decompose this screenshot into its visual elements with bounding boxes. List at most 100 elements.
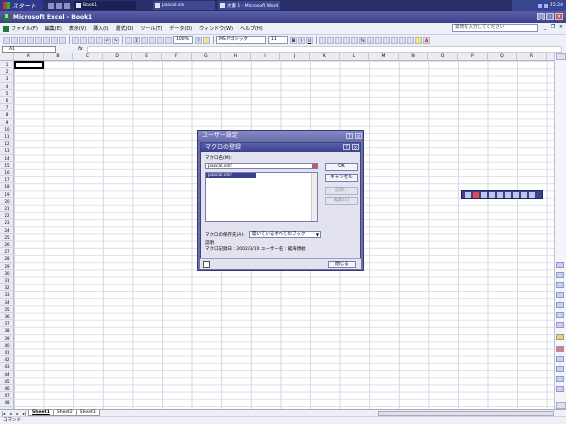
doc-restore-button[interactable]: ❐ (550, 25, 556, 31)
menu-tools[interactable]: ツール(T) (140, 25, 162, 32)
italic-button[interactable]: I (298, 36, 305, 44)
hyperlink-icon[interactable] (125, 36, 132, 44)
line-color-tool-icon[interactable] (556, 356, 564, 362)
menu-data[interactable]: データ(D) (169, 25, 192, 32)
row-header[interactable]: 43 (0, 363, 14, 371)
borders-icon[interactable] (407, 36, 414, 44)
keyboard-icon[interactable] (203, 261, 210, 268)
copy-icon[interactable] (80, 36, 87, 44)
column-header[interactable]: C (73, 53, 103, 61)
underline-button[interactable]: U (306, 36, 313, 44)
font-size-select[interactable]: 11 (268, 36, 288, 44)
oval-tool-icon[interactable] (556, 302, 564, 308)
row-header[interactable]: 48 (0, 399, 14, 407)
drawing-icon[interactable] (165, 36, 172, 44)
store-location-select[interactable]: 開いているすべてのブック ▼ (249, 231, 321, 238)
toolbar-tool-icon[interactable] (513, 191, 519, 198)
row-header[interactable]: 20 (0, 198, 14, 205)
comma-icon[interactable]: , (367, 36, 374, 44)
column-header[interactable]: P (458, 53, 488, 61)
align-center-icon[interactable] (327, 36, 334, 44)
save-icon[interactable] (19, 36, 26, 44)
first-sheet-button[interactable]: |◂ (1, 411, 6, 416)
tray-icon[interactable] (544, 3, 549, 8)
help-icon[interactable]: ? (195, 36, 202, 44)
row-header[interactable]: 7 (0, 104, 14, 112)
help-search-input[interactable]: 質問を入力してください (452, 24, 538, 32)
chart-wizard-icon[interactable] (157, 36, 164, 44)
cut-icon[interactable] (72, 36, 79, 44)
fill-color-icon[interactable] (415, 36, 422, 44)
excel-app-icon[interactable]: X (3, 13, 10, 21)
row-header[interactable]: 15 (0, 162, 14, 169)
close-icon[interactable]: × (355, 133, 362, 140)
autosum-icon[interactable]: Σ (133, 36, 140, 44)
toolbar-tool-icon[interactable] (481, 191, 487, 198)
row-header[interactable]: 35 (0, 306, 14, 313)
column-header[interactable]: M (369, 53, 399, 61)
toolbar-tool-icon[interactable] (473, 191, 479, 198)
name-box[interactable]: A1 (2, 45, 56, 53)
column-header[interactable]: R (517, 53, 547, 61)
row-header[interactable]: 31 (0, 277, 14, 285)
cancel-button[interactable]: キャンセル (325, 174, 358, 182)
row-header[interactable]: 4 (0, 83, 14, 90)
row-header[interactable]: 10 (0, 126, 14, 133)
macro-name-field[interactable]: pascal.xls! (205, 163, 318, 169)
toolbar-tool-icon[interactable] (529, 191, 535, 198)
row-header[interactable]: 33 (0, 291, 14, 299)
column-header[interactable]: H (221, 53, 251, 61)
decrease-decimal-icon[interactable] (383, 36, 390, 44)
row-header[interactable]: 47 (0, 392, 14, 400)
shadow-tool-icon[interactable] (556, 376, 564, 382)
row-header[interactable]: 25 (0, 234, 14, 241)
drawing-tool-icon[interactable] (556, 262, 564, 268)
row-header[interactable]: 5 (0, 90, 14, 97)
print-preview-icon[interactable] (51, 36, 58, 44)
toolbar-tool-icon[interactable] (521, 191, 527, 198)
zoom-select[interactable]: 100% (173, 36, 193, 44)
menu-insert[interactable]: 挿入(I) (93, 25, 108, 32)
new-icon[interactable] (3, 36, 10, 44)
font-color-tool-icon[interactable] (556, 366, 564, 372)
formula-input[interactable] (86, 45, 562, 53)
column-header[interactable]: I (251, 53, 281, 61)
edit-button[interactable]: 編集(E) (325, 197, 358, 205)
row-header[interactable]: 26 (0, 241, 14, 249)
row-header[interactable]: 38 (0, 327, 14, 335)
decrease-indent-icon[interactable] (391, 36, 398, 44)
increase-indent-icon[interactable] (399, 36, 406, 44)
task-book1[interactable]: Book1 (74, 1, 136, 10)
last-sheet-button[interactable]: ▸| (22, 411, 27, 416)
column-header[interactable]: K (310, 53, 340, 61)
mail-icon[interactable] (64, 2, 70, 9)
sort-asc-icon[interactable] (141, 36, 148, 44)
help-button[interactable]: ? (343, 144, 350, 151)
browser-icon[interactable] (56, 2, 62, 9)
scroll-up-button[interactable] (556, 53, 566, 60)
task-word[interactable]: 文書 1 - Microsoft Word (218, 1, 280, 10)
toolbar-tool-icon[interactable] (465, 191, 471, 198)
record-button[interactable]: 記録... (325, 187, 358, 195)
arrow-tool-icon[interactable] (556, 272, 564, 278)
align-left-icon[interactable] (319, 36, 326, 44)
menu-file[interactable]: ファイル(F) (3, 25, 38, 32)
close-button[interactable]: × (555, 13, 563, 20)
row-header[interactable]: 16 (0, 169, 14, 177)
row-header[interactable]: 21 (0, 205, 14, 213)
row-header[interactable]: 40 (0, 342, 14, 349)
help-button[interactable]: ? (346, 133, 353, 140)
row-header[interactable]: 2 (0, 68, 14, 76)
undo-icon[interactable]: ↶ (104, 36, 111, 44)
toolbar-tool-icon[interactable] (505, 191, 511, 198)
row-header[interactable]: 27 (0, 248, 14, 256)
column-header[interactable]: G (192, 53, 222, 61)
row-header[interactable]: 11 (0, 133, 14, 141)
3d-tool-icon[interactable] (556, 386, 564, 392)
doc-minimize-button[interactable]: _ (542, 25, 548, 31)
column-header[interactable]: A (14, 53, 44, 61)
paste-icon[interactable] (88, 36, 95, 44)
active-cell[interactable] (14, 61, 44, 69)
fx-icon[interactable]: fx (78, 46, 83, 52)
fill-tool-icon[interactable] (556, 346, 564, 352)
